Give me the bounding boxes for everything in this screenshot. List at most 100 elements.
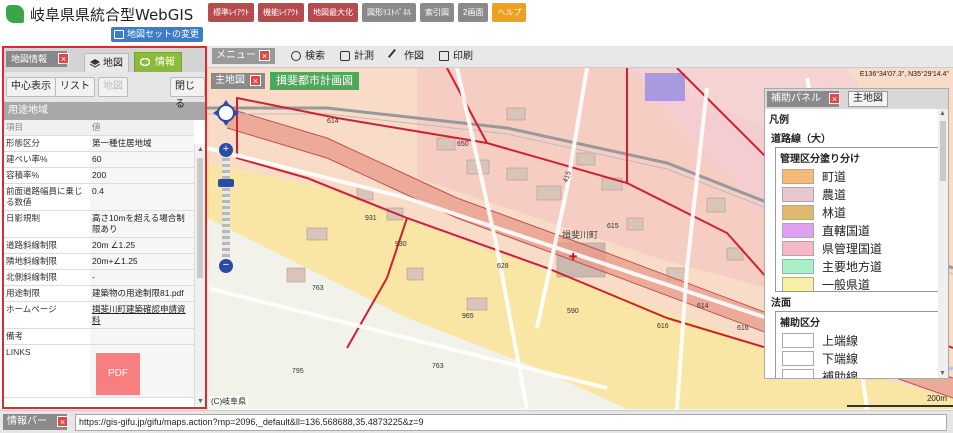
header-button-bar: 標準ﾚｲｱｳﾄ 機能ﾚｲｱｳﾄ 地図最大化 図形ﾘｽﾄﾊﾟﾈﾙ 索引図 2画面 … bbox=[208, 3, 527, 22]
scroll-down-icon[interactable]: ▼ bbox=[939, 370, 946, 377]
tab-info-label: 情報 bbox=[155, 57, 175, 68]
road-number: 615 bbox=[607, 223, 619, 230]
legend-item: 林道 bbox=[776, 203, 939, 221]
tab-map[interactable]: 地図 bbox=[84, 53, 129, 72]
measure-icon bbox=[340, 51, 350, 61]
row-key: 隣地斜線制限 bbox=[4, 253, 90, 270]
pdf-button[interactable]: PDF bbox=[96, 353, 140, 395]
close-panel-icon[interactable]: × bbox=[58, 53, 69, 64]
scale-label: 200m bbox=[926, 394, 947, 403]
legend-label: 上端線 bbox=[822, 333, 859, 348]
zoom-in-icon[interactable]: + bbox=[219, 143, 233, 157]
legend-item: 直轄国道 bbox=[776, 221, 939, 239]
close-menu-icon[interactable]: × bbox=[259, 50, 270, 61]
standard-layout-button[interactable]: 標準ﾚｲｱｳﾄ bbox=[208, 3, 254, 22]
zoom-track[interactable] bbox=[222, 158, 230, 258]
coordinate-readout: E136°34'07.3", N35°29'14.4" bbox=[859, 71, 949, 78]
legend-label: 一般県道 bbox=[822, 277, 871, 292]
measure-tool[interactable]: 計測 bbox=[340, 49, 374, 64]
row-value: 20m ∠1.25 bbox=[90, 237, 194, 254]
scroll-thumb[interactable] bbox=[940, 121, 946, 181]
row-value: PDF bbox=[90, 344, 194, 398]
draw-tool-label: 作図 bbox=[404, 51, 424, 62]
map-toolbar: メニュー × 検索 計測 作図 印刷 bbox=[207, 46, 953, 68]
tab-info[interactable]: 情報 bbox=[134, 52, 182, 72]
panel-scrollbar[interactable]: ▲ ▼ bbox=[194, 144, 205, 407]
close-aux-panel-icon[interactable]: × bbox=[829, 93, 840, 104]
city-plan-label[interactable]: 揖斐都市計画図 bbox=[270, 72, 359, 90]
zoom-out-icon[interactable]: − bbox=[219, 259, 233, 273]
row-key: ホームページ bbox=[4, 301, 90, 329]
legend-section-slope: 法面 bbox=[771, 298, 791, 309]
pan-up-icon[interactable] bbox=[222, 100, 230, 106]
row-value: 0.4 bbox=[90, 183, 194, 211]
close-main-map-icon[interactable]: × bbox=[250, 75, 261, 86]
function-layout-button[interactable]: 機能ﾚｲｱｳﾄ bbox=[258, 3, 304, 22]
row-value bbox=[90, 328, 194, 345]
table-row: 備考 bbox=[4, 328, 194, 345]
search-icon bbox=[291, 51, 301, 61]
app-title: 岐阜県県統合型WebGIS bbox=[30, 6, 194, 24]
row-key: 用途制限 bbox=[4, 285, 90, 302]
table-row: 道路斜線制限 20m ∠1.25 bbox=[4, 237, 194, 254]
disabled-button: 地図 bbox=[98, 77, 128, 97]
road-number: 931 bbox=[365, 215, 377, 222]
aux-panel-header: 補助パネル × 主地図 bbox=[765, 89, 948, 109]
shape-list-panel-button[interactable]: 図形ﾘｽﾄﾊﾟﾈﾙ bbox=[362, 3, 416, 22]
zoom-slider[interactable]: + − bbox=[218, 143, 234, 273]
legend-swatch bbox=[782, 204, 814, 220]
legend-label: 県管理国道 bbox=[822, 241, 883, 256]
legend-swatch bbox=[782, 186, 814, 202]
url-field[interactable]: https://gis-gifu.jp/gifu/maps.action?mp=… bbox=[75, 414, 947, 431]
index-map-button[interactable]: 索引図 bbox=[420, 3, 454, 22]
legend-box-road: 管理区分塗り分け 町道 農道 林道 直轄国道 県管理国道 主要地方道 一般県道 bbox=[775, 147, 940, 292]
row-value: 高さ10mを超える場合制限あり bbox=[90, 210, 194, 238]
legend-label: 主要地方道 bbox=[822, 259, 883, 274]
print-tool[interactable]: 印刷 bbox=[439, 49, 473, 64]
legend-section-road: 道路線（大） bbox=[771, 134, 831, 145]
center-display-button[interactable]: 中心表示 bbox=[6, 77, 56, 97]
close-info-bar-icon[interactable]: × bbox=[57, 416, 68, 427]
pan-right-icon[interactable] bbox=[233, 109, 239, 117]
book-icon bbox=[114, 30, 124, 39]
road-number: 930 bbox=[395, 241, 407, 248]
dual-screen-button[interactable]: 2画面 bbox=[458, 3, 489, 22]
app-header: 岐阜県県統合型WebGIS 標準ﾚｲｱｳﾄ 機能ﾚｲｱｳﾄ 地図最大化 図形ﾘｽ… bbox=[0, 0, 953, 46]
legend-swatch bbox=[782, 332, 814, 348]
pan-control[interactable] bbox=[213, 100, 239, 126]
legend-head: 管理区分塗り分け bbox=[780, 154, 860, 165]
list-button[interactable]: リスト bbox=[55, 77, 95, 97]
search-tool[interactable]: 検索 bbox=[291, 49, 325, 64]
aux-panel-scrollbar[interactable]: ▲ ▼ bbox=[938, 109, 948, 378]
header-key: 項目 bbox=[4, 120, 90, 136]
zoom-thumb[interactable] bbox=[218, 179, 234, 187]
homepage-link[interactable]: 揖斐川町建築確認申請資料 bbox=[92, 304, 186, 325]
legend-item: 県管理国道 bbox=[776, 239, 939, 257]
change-mapset-button[interactable]: 地図セットの変更 bbox=[111, 27, 204, 42]
print-tool-label: 印刷 bbox=[453, 51, 473, 62]
pan-down-icon[interactable] bbox=[222, 120, 230, 126]
row-value: 60 bbox=[90, 151, 194, 168]
tab-map-label: 地図 bbox=[103, 58, 123, 69]
legend-item: 町道 bbox=[776, 167, 939, 185]
map-maximize-button[interactable]: 地図最大化 bbox=[308, 3, 358, 22]
pan-left-icon[interactable] bbox=[213, 109, 219, 117]
scroll-up-icon[interactable]: ▲ bbox=[197, 146, 204, 153]
scroll-down-icon[interactable]: ▼ bbox=[197, 398, 204, 405]
aux-main-map-button[interactable]: 主地図 bbox=[848, 91, 888, 107]
legend-swatch bbox=[782, 240, 814, 256]
table-row: 北側斜線制限 - bbox=[4, 269, 194, 286]
draw-tool[interactable]: 作図 bbox=[387, 48, 424, 64]
scroll-thumb[interactable] bbox=[197, 158, 203, 278]
gifu-logo-icon bbox=[6, 5, 24, 23]
measure-tool-label: 計測 bbox=[354, 51, 374, 62]
map-info-panel: 地図情報 × ② 地図 情報 中心表示 リスト 地図 閉じる 用途地域 項目 値… bbox=[2, 46, 207, 409]
scroll-up-icon[interactable]: ▲ bbox=[939, 110, 946, 117]
legend-swatch bbox=[782, 258, 814, 274]
legend-head: 補助区分 bbox=[780, 318, 820, 329]
help-button[interactable]: ヘルプ bbox=[492, 3, 527, 22]
road-number: 590 bbox=[567, 308, 579, 315]
legend-item: 上端線 bbox=[776, 331, 939, 349]
road-number: 763 bbox=[312, 285, 324, 292]
close-button[interactable]: 閉じる bbox=[170, 77, 205, 110]
